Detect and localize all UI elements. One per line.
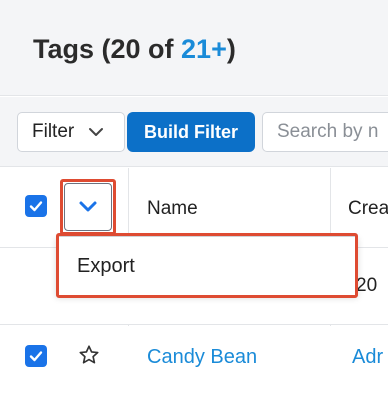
chevron-down-icon [88,124,104,140]
record-name-link[interactable]: Candy Bean [147,346,257,369]
checkmark-icon [29,351,43,362]
created-by-link[interactable]: Adr [352,346,383,369]
select-all-checkbox[interactable] [25,195,47,217]
highlight-annotation [60,179,116,235]
record-count-link[interactable]: 21+ [181,34,227,64]
star-outline-icon[interactable] [78,344,100,366]
checkmark-icon [29,201,43,212]
filter-dropdown-button[interactable]: Filter [17,112,125,152]
title-suffix: ) [226,34,236,64]
build-filter-button[interactable]: Build Filter [127,112,255,152]
search-input[interactable]: Search by n [262,112,388,152]
column-header-created[interactable]: Crea [348,198,388,220]
highlight-annotation [56,233,358,298]
title-prefix: Tags (20 of [33,34,182,64]
row-created-value: 20 [356,275,378,296]
row-checkbox[interactable] [25,345,47,367]
filter-label: Filter [32,121,75,142]
column-header-name[interactable]: Name [147,198,198,220]
page-title: Tags (20 of 21+) [33,34,236,65]
